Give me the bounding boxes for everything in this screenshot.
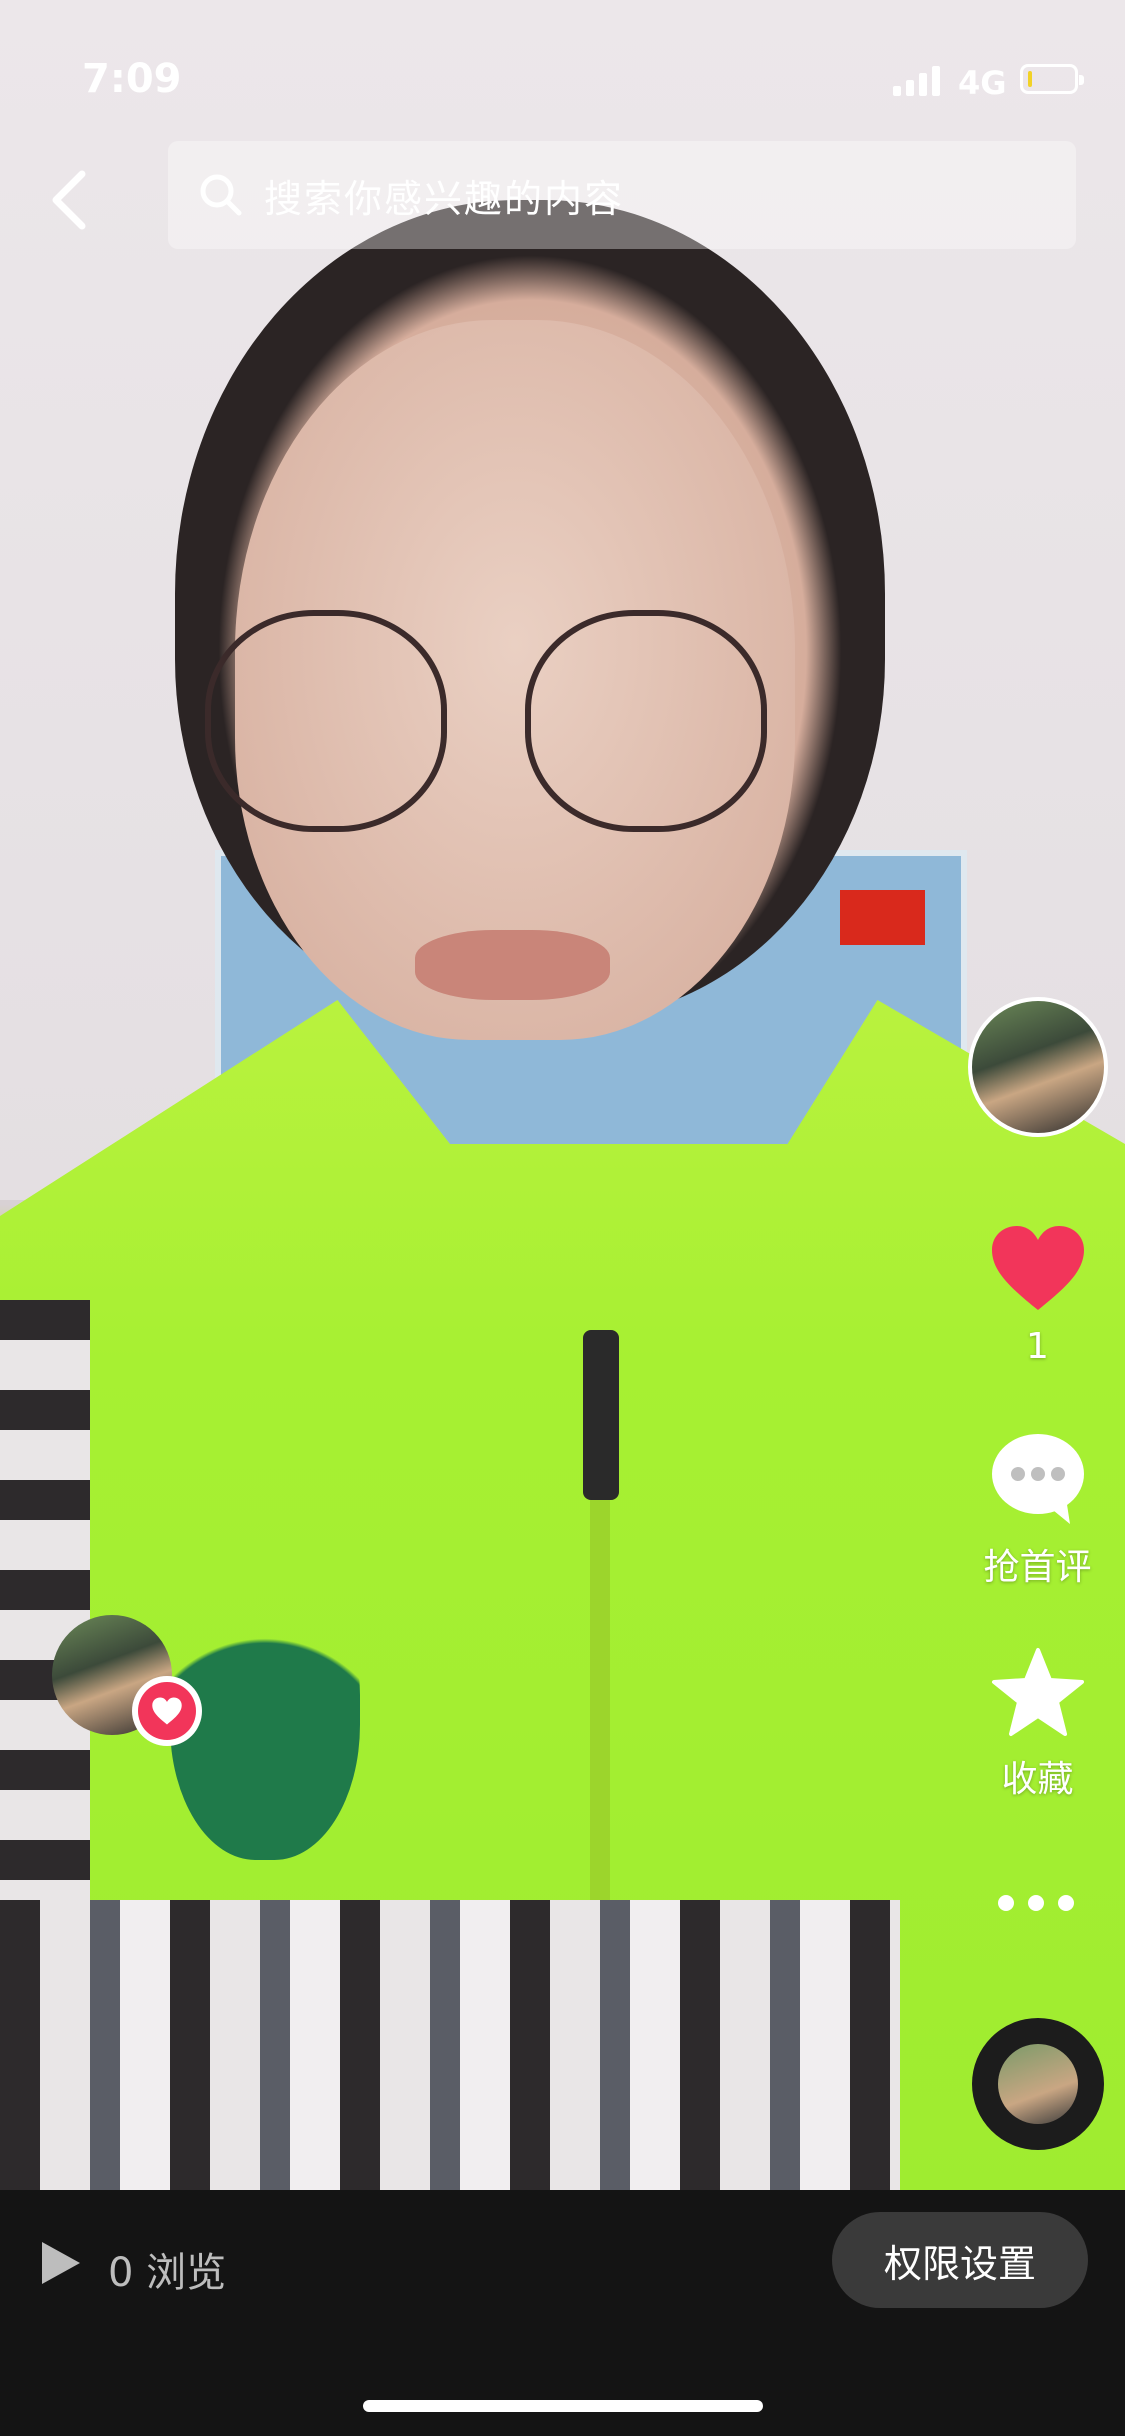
comment-icon bbox=[991, 1434, 1084, 1524]
play-icon bbox=[42, 2242, 80, 2284]
music-disc[interactable] bbox=[972, 2018, 1104, 2150]
star-icon bbox=[991, 1648, 1084, 1736]
bottom-bar: 0 浏览 权限设置 bbox=[0, 2190, 1125, 2436]
battery-icon bbox=[1020, 64, 1084, 94]
permission-settings-button[interactable]: 权限设置 bbox=[832, 2212, 1088, 2308]
comment-button[interactable]: 抢首评 bbox=[965, 1430, 1110, 1590]
signal-icon bbox=[893, 64, 940, 96]
network-type: 4G bbox=[958, 64, 1007, 102]
like-count: 1 bbox=[1026, 1326, 1049, 1367]
view-count: 0 浏览 bbox=[108, 2250, 227, 2296]
home-indicator[interactable] bbox=[363, 2400, 763, 2412]
author-avatar[interactable] bbox=[968, 997, 1108, 1137]
search-bar[interactable]: 搜索你感兴趣的内容 bbox=[168, 141, 1076, 249]
glasses-right bbox=[525, 610, 767, 832]
zipper-pull bbox=[583, 1330, 619, 1500]
status-time: 7:09 bbox=[82, 56, 182, 102]
striped-sleeve bbox=[0, 1900, 900, 2190]
glasses-left bbox=[205, 610, 447, 832]
favorite-label: 收藏 bbox=[1001, 1759, 1074, 1800]
battery-level bbox=[1028, 71, 1032, 87]
more-icon[interactable] bbox=[998, 1895, 1074, 1911]
video-player[interactable] bbox=[0, 0, 1125, 2190]
status-bar: 7:09 4G bbox=[0, 0, 1125, 160]
heart-icon bbox=[991, 1226, 1084, 1310]
like-button[interactable]: 1 bbox=[965, 1222, 1110, 1367]
back-arrow-icon[interactable] bbox=[42, 160, 102, 240]
heart-icon bbox=[152, 1697, 182, 1725]
wall-flag bbox=[840, 890, 925, 945]
favorite-button[interactable]: 收藏 bbox=[965, 1646, 1110, 1802]
floating-like-badge[interactable] bbox=[132, 1676, 202, 1746]
person-mouth bbox=[415, 930, 610, 1000]
music-cover bbox=[998, 2044, 1078, 2124]
search-placeholder: 搜索你感兴趣的内容 bbox=[264, 176, 625, 221]
search-icon bbox=[200, 174, 242, 216]
comment-label: 抢首评 bbox=[983, 1547, 1092, 1588]
